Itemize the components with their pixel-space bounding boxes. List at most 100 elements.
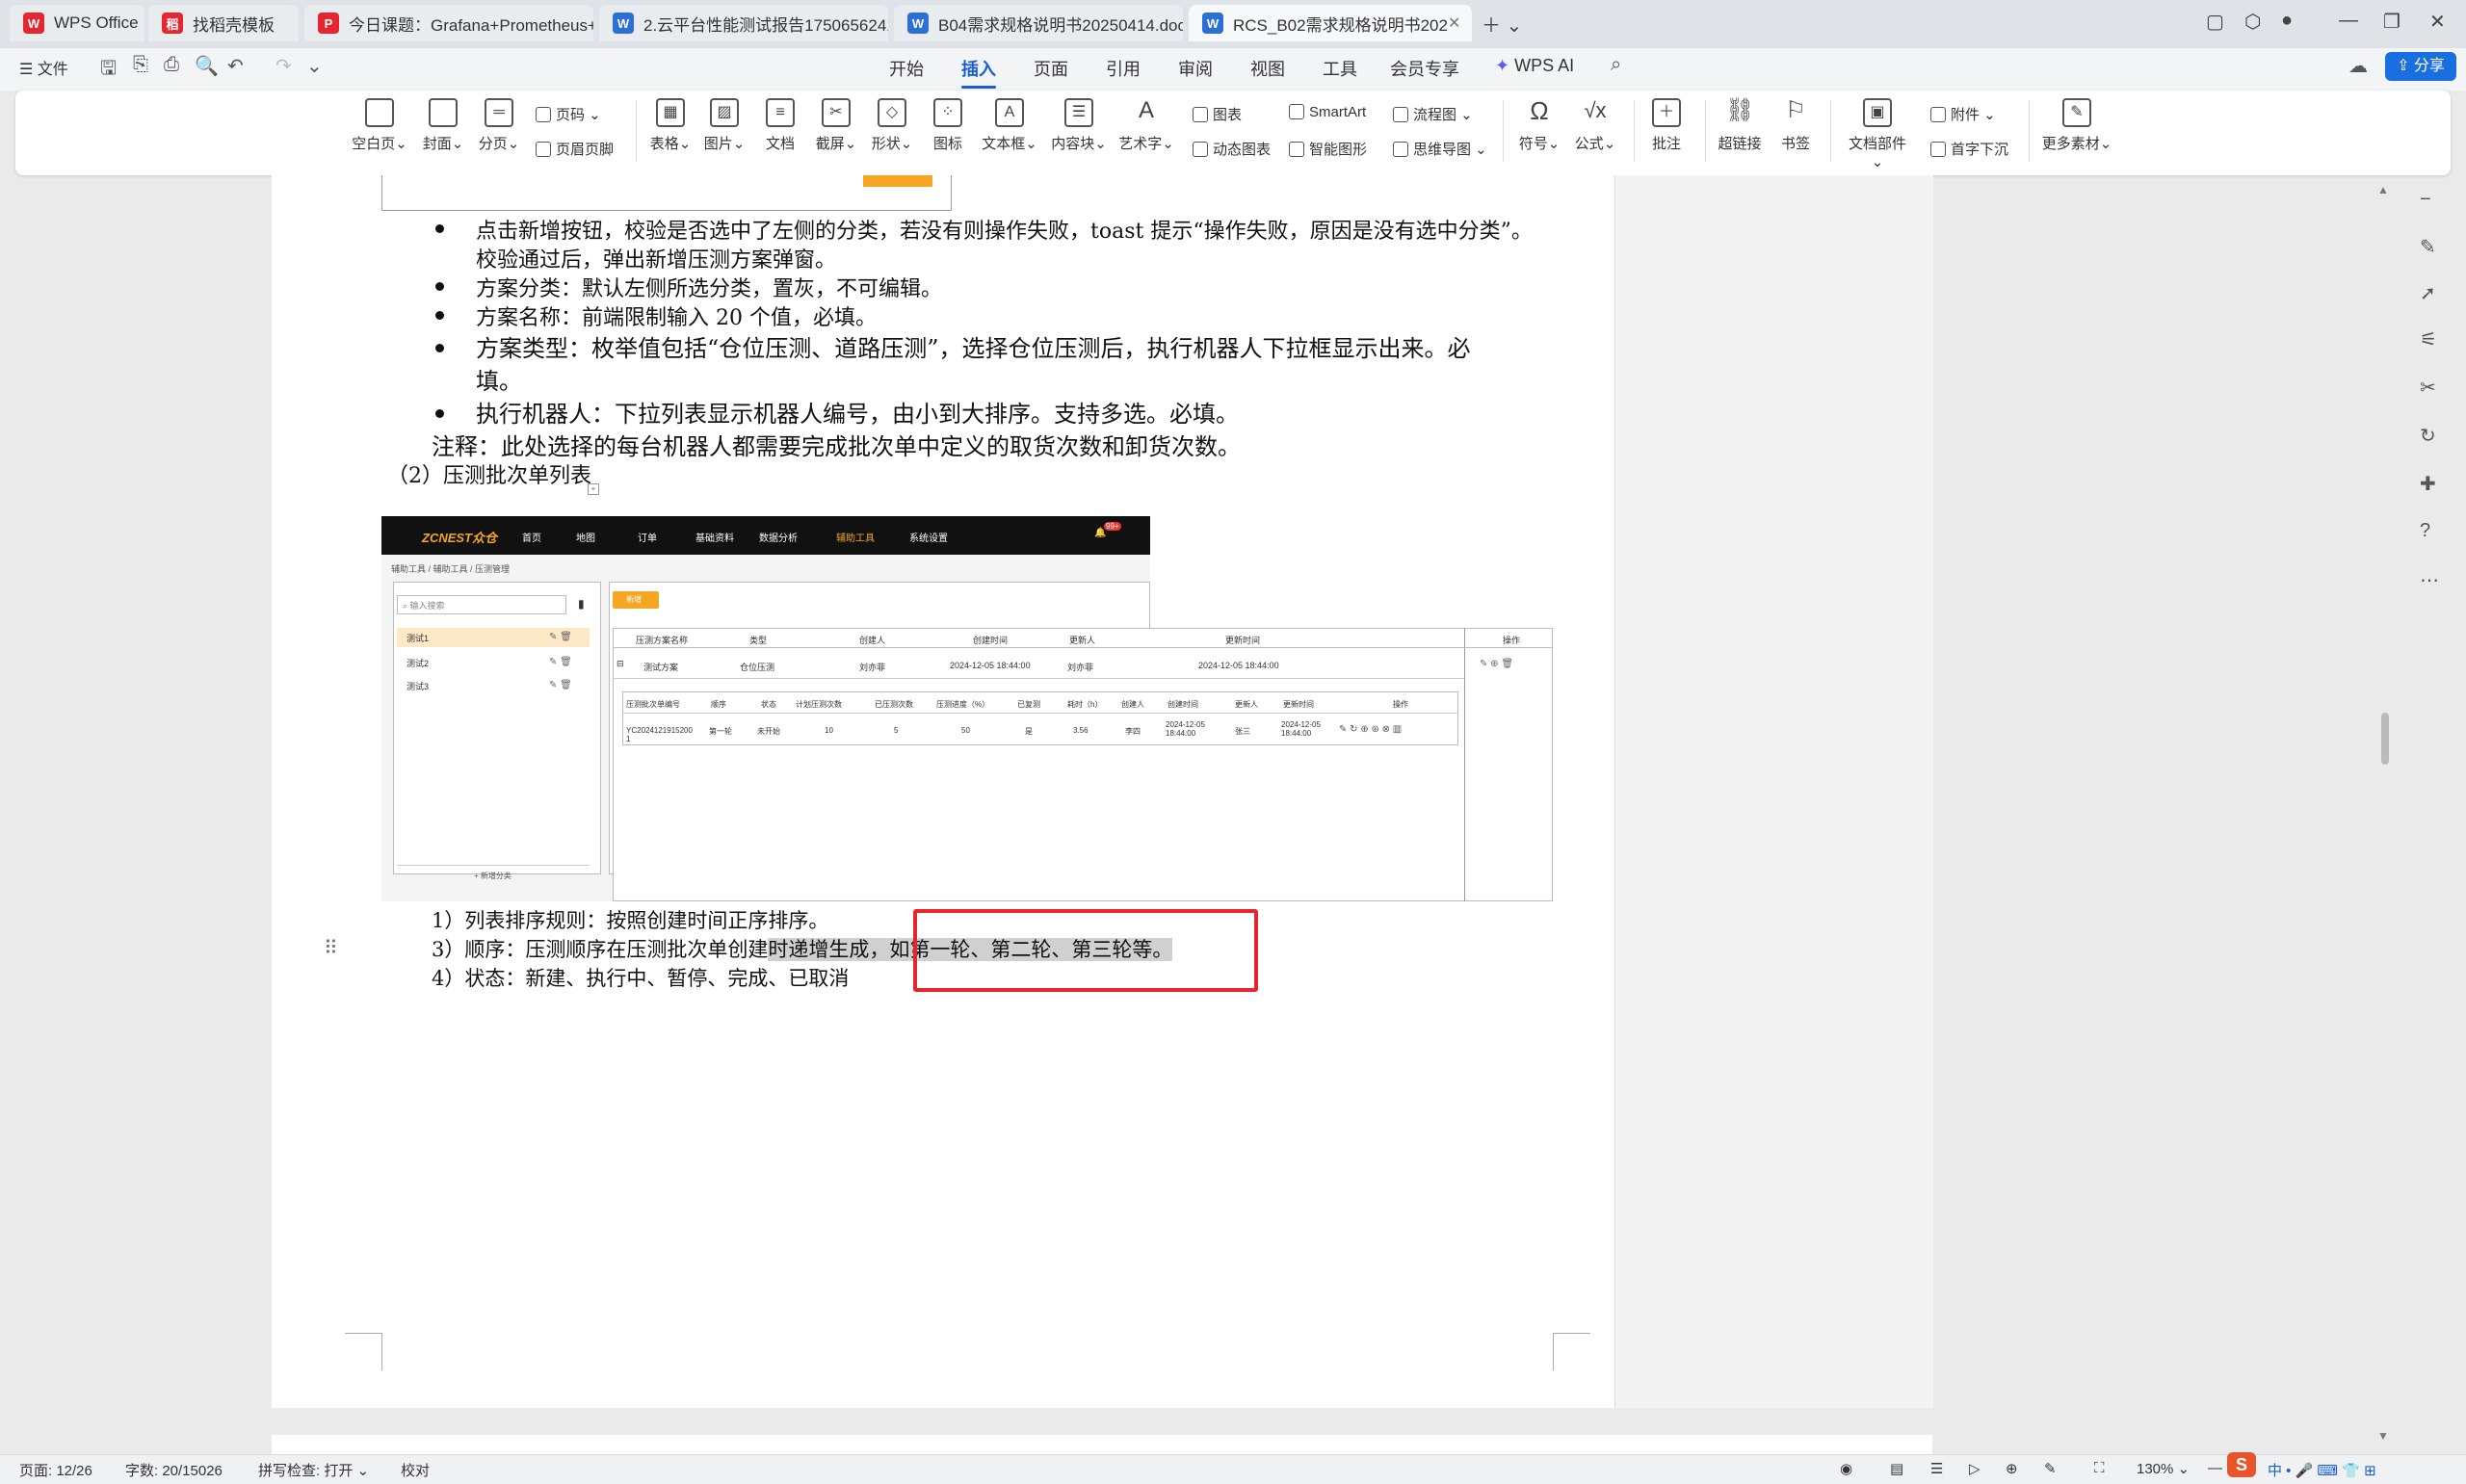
- tab-pdf[interactable]: P 今日课题：Grafana+Prometheus+l: [304, 5, 593, 41]
- wps-ai-button[interactable]: ✦ WPS AI: [1495, 56, 1574, 76]
- proofread[interactable]: 校对: [401, 1460, 430, 1480]
- cloud-upload-icon[interactable]: ☁: [2348, 54, 2368, 78]
- fit-icon[interactable]: ⛶: [2094, 1460, 2105, 1476]
- menu-tools[interactable]: 工具: [1323, 56, 1357, 81]
- menu-insert[interactable]: 插入: [961, 56, 996, 89]
- outline-view-icon[interactable]: ☰: [1930, 1460, 1943, 1477]
- tab-docer[interactable]: 稻找稻壳模板: [148, 5, 299, 41]
- bookmark-button[interactable]: ⚐ 书签: [1767, 98, 1824, 153]
- ime-logo-icon[interactable]: S: [2227, 1452, 2256, 1477]
- help-icon[interactable]: ?: [2420, 520, 2430, 542]
- cursor-icon[interactable]: ➚: [2420, 281, 2436, 305]
- undo-icon[interactable]: ↶: [227, 54, 244, 78]
- print-icon[interactable]: ⎙: [164, 54, 179, 76]
- textbox-button[interactable]: A 文本框⌄: [981, 98, 1038, 153]
- table-button[interactable]: ▦ 表格⌄: [642, 98, 699, 153]
- menu-reference[interactable]: 引用: [1106, 56, 1141, 81]
- page-number-button[interactable]: 页码 ⌄: [536, 104, 601, 124]
- smart-shape-button[interactable]: 智能图形: [1289, 139, 1367, 159]
- attachment-button[interactable]: 附件 ⌄: [1930, 104, 1996, 124]
- more-icon[interactable]: ⋯: [2420, 568, 2439, 592]
- share-button[interactable]: ⇪ 分享: [2385, 52, 2456, 81]
- symbol-button[interactable]: Ω 符号⌄: [1510, 98, 1568, 153]
- header-footer-button[interactable]: 页眉页脚: [536, 139, 614, 159]
- search-icon[interactable]: ⌕: [1611, 54, 1621, 76]
- hyperlink-button[interactable]: ⛓ 超链接: [1711, 98, 1769, 153]
- flowchart-button[interactable]: 流程图 ⌄: [1393, 104, 1473, 124]
- shot-cat-1: 测试1: [407, 634, 430, 643]
- spell-check[interactable]: 拼写检查: 打开 ⌄: [258, 1460, 369, 1480]
- write-icon[interactable]: ✎: [2044, 1460, 2057, 1477]
- web-view-icon[interactable]: ⊕: [2006, 1460, 2018, 1477]
- document-icon: ≡: [766, 98, 795, 127]
- tools-icon[interactable]: ✂: [2420, 376, 2436, 400]
- play-icon[interactable]: ▷: [1969, 1460, 1981, 1477]
- puzzle-icon[interactable]: ✚: [2420, 472, 2436, 496]
- pen-icon[interactable]: ✎: [2420, 235, 2436, 259]
- icon-button[interactable]: ⁘ 图标: [919, 98, 977, 153]
- shape-button[interactable]: ◇ 形状⌄: [863, 98, 921, 153]
- chevron-down-icon[interactable]: ⌄: [306, 54, 323, 78]
- save-icon[interactable]: 🖫: [100, 54, 117, 87]
- more-materials-button[interactable]: ✎ 更多素材⌄: [2040, 98, 2113, 153]
- export-icon[interactable]: ⎘: [133, 54, 148, 76]
- new-tab-icon[interactable]: ＋ ⌄: [1482, 10, 1522, 38]
- page-view-icon[interactable]: ▤: [1890, 1460, 1903, 1477]
- word-count[interactable]: 字数: 20/15026: [125, 1460, 223, 1480]
- scroll-down-icon[interactable]: ▼: [2377, 1429, 2389, 1443]
- tab-doc-report[interactable]: W 2.云平台性能测试报告1750656241: [599, 5, 888, 41]
- smartart-button[interactable]: SmartArt: [1289, 104, 1366, 120]
- tab-doc-b04[interactable]: W B04需求规格说明书20250414.docx: [894, 5, 1183, 41]
- scrollbar-thumb[interactable]: [2381, 713, 2389, 765]
- blank-page-button[interactable]: 空白页⌄: [351, 98, 408, 153]
- formula-button[interactable]: √x 公式⌄: [1566, 98, 1624, 153]
- shot-sub-td: 张三: [1235, 727, 1250, 736]
- page-indicator[interactable]: 页面: 12/26: [19, 1460, 92, 1480]
- zoom-out-icon[interactable]: —: [2208, 1460, 2222, 1476]
- chart-button[interactable]: 图表: [1193, 104, 1242, 124]
- cube-icon[interactable]: ⬡: [2244, 10, 2261, 34]
- mindmap-button[interactable]: 思维导图 ⌄: [1393, 139, 1487, 159]
- dynamic-chart-button[interactable]: 动态图表: [1193, 139, 1271, 159]
- tab-wps-office[interactable]: W WPS Office: [10, 5, 144, 41]
- vertical-scrollbar[interactable]: [2375, 175, 2391, 1446]
- tab-doc-rcs[interactable]: W RCS_B02需求规格说明书202 ✕: [1189, 5, 1472, 41]
- eye-icon[interactable]: ◉: [1840, 1460, 1852, 1477]
- minimize-icon[interactable]: —: [2339, 10, 2358, 32]
- embedded-screenshot[interactable]: ZCNEST众仓 首页 地图 订单 基础资料 数据分析 辅助工具 系统设置 🔔 …: [381, 516, 1553, 901]
- shot-sub-td: 10: [825, 726, 833, 735]
- menu-member[interactable]: 会员专享: [1390, 56, 1459, 81]
- comment-button[interactable]: ＋ 批注: [1638, 98, 1695, 153]
- window-close-icon[interactable]: ✕: [2429, 10, 2446, 34]
- shot-sub-th: 顺序: [711, 700, 726, 709]
- refresh-icon[interactable]: ↻: [2420, 424, 2436, 448]
- zoom-level[interactable]: 130% ⌄: [2137, 1460, 2190, 1477]
- redo-icon[interactable]: ↷: [275, 54, 292, 78]
- window-layout-icon[interactable]: ▢: [2206, 10, 2224, 34]
- label: 艺术字: [1118, 136, 1163, 152]
- dropcap-button[interactable]: 首字下沉: [1930, 139, 2008, 159]
- scroll-up-icon[interactable]: ▲: [2377, 183, 2389, 196]
- wordart-button[interactable]: A 艺术字⌄: [1117, 98, 1175, 153]
- doc-parts-button[interactable]: ▣ 文档部件⌄: [1844, 98, 1911, 170]
- avatar[interactable]: ●: [2281, 10, 2293, 32]
- document-button[interactable]: ≡ 文档: [751, 98, 809, 153]
- picture-button[interactable]: ▨ 图片⌄: [695, 98, 753, 153]
- cover-button[interactable]: 封面⌄: [414, 98, 472, 153]
- screenshot-button[interactable]: ✂ 截屏⌄: [807, 98, 865, 153]
- page-break-button[interactable]: ═ 分页⌄: [470, 98, 528, 153]
- anchor-icon[interactable]: +: [588, 483, 599, 495]
- menu-review[interactable]: 审阅: [1178, 56, 1213, 81]
- restore-icon[interactable]: ❐: [2383, 10, 2400, 34]
- print-preview-icon[interactable]: 🔍: [195, 54, 219, 78]
- close-icon[interactable]: ✕: [1448, 13, 1460, 33]
- ime-status-icon[interactable]: 中 • 🎤 ⌨ 👕 ⊞: [2268, 1460, 2376, 1480]
- menu-start[interactable]: 开始: [889, 56, 924, 81]
- file-menu[interactable]: ☰ 文件: [19, 56, 68, 79]
- drag-handle-icon[interactable]: ⠿: [324, 936, 338, 960]
- menu-view[interactable]: 视图: [1250, 56, 1285, 81]
- collapse-icon[interactable]: −: [2420, 189, 2431, 211]
- menu-page[interactable]: 页面: [1034, 56, 1068, 81]
- content-block-button[interactable]: ☰ 内容块⌄: [1050, 98, 1108, 153]
- sliders-icon[interactable]: ⚟: [2420, 327, 2437, 351]
